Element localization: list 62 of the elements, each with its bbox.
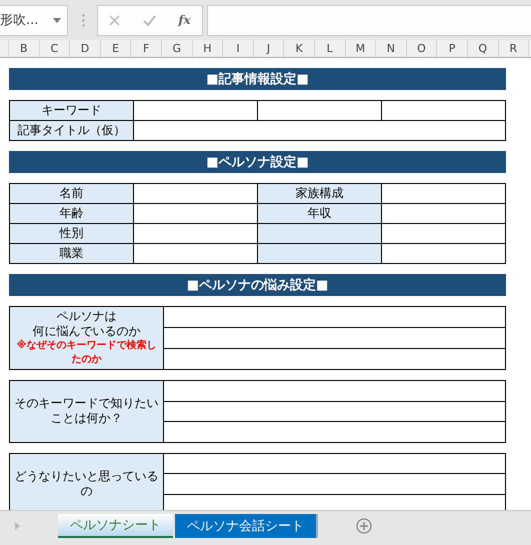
question-text: ペルソナは: [56, 309, 116, 324]
input-cell[interactable]: [134, 224, 258, 244]
sheet-tab[interactable]: ペルソナシート: [58, 514, 173, 538]
dropdown-arrow-icon[interactable]: [53, 18, 61, 22]
answer-cell[interactable]: [164, 328, 506, 348]
input-cell[interactable]: [382, 184, 506, 204]
column-header[interactable]: B: [9, 40, 40, 57]
column-header[interactable]: E: [100, 40, 132, 57]
name-box[interactable]: 形吹...: [0, 4, 68, 36]
column-header[interactable]: C: [40, 40, 70, 57]
label-cell: 年収: [258, 204, 382, 224]
label-cell: 名前: [10, 184, 134, 204]
question-text: 何に悩んでいるのか: [32, 324, 140, 339]
column-header[interactable]: N: [376, 40, 407, 57]
formula-input[interactable]: [207, 4, 531, 36]
column-header[interactable]: J: [254, 40, 284, 57]
question-text: どうなりたいと思っているの: [14, 468, 159, 499]
column-header[interactable]: Q: [468, 40, 498, 57]
input-cell[interactable]: [382, 244, 506, 264]
column-header[interactable]: I: [223, 40, 254, 57]
column-header[interactable]: G: [162, 40, 193, 57]
input-cell[interactable]: [134, 101, 258, 121]
input-cell[interactable]: [134, 204, 258, 224]
column-header[interactable]: M: [346, 40, 376, 57]
answer-cell[interactable]: [164, 454, 506, 474]
answer-cell[interactable]: [164, 307, 506, 328]
add-sheet-icon[interactable]: [356, 518, 372, 534]
label-cell: 年齢: [10, 204, 134, 224]
label-cell: 記事タイトル（仮）: [10, 121, 134, 141]
input-cell[interactable]: [258, 101, 382, 121]
section-banner: ■ペルソナの悩み設定■: [9, 274, 506, 296]
answer-cell[interactable]: [164, 402, 506, 422]
column-header[interactable]: R: [498, 40, 530, 57]
input-cell[interactable]: [134, 121, 506, 141]
column-header[interactable]: F: [131, 40, 162, 57]
label-cell: キーワード: [10, 101, 134, 121]
answer-cell[interactable]: [164, 494, 506, 510]
answer-cell[interactable]: [164, 349, 506, 370]
column-header[interactable]: D: [70, 40, 101, 57]
input-cell[interactable]: [134, 244, 258, 264]
label-cell: 性別: [10, 224, 134, 244]
column-header[interactable]: L: [314, 40, 346, 57]
section-banner: ■ペルソナ設定■: [9, 151, 506, 173]
label-cell: 家族構成: [258, 184, 382, 204]
answer-cell[interactable]: [164, 474, 506, 494]
label-cell: 職業: [10, 244, 134, 264]
column-header[interactable]: H: [192, 40, 224, 57]
section-banner: ■記事情報設定■: [9, 68, 506, 90]
question-text: そのキーワードで知りたいことは何か？: [14, 396, 159, 426]
checkmark-icon[interactable]: [142, 14, 156, 26]
input-cell[interactable]: [382, 101, 506, 121]
answer-cell[interactable]: [164, 422, 506, 442]
input-cell[interactable]: [134, 184, 258, 204]
input-cell[interactable]: [382, 224, 506, 244]
question-note: ※なぜそのキーワードで検索したのか: [16, 339, 158, 367]
insert-function-button[interactable]: fx: [178, 13, 191, 27]
sheet-tab[interactable]: ペルソナ会話シート: [175, 514, 318, 538]
column-header[interactable]: K: [284, 40, 315, 57]
input-cell[interactable]: [382, 204, 506, 224]
answer-cell[interactable]: [164, 381, 506, 402]
column-header[interactable]: O: [406, 40, 438, 57]
column-header[interactable]: P: [437, 40, 468, 57]
